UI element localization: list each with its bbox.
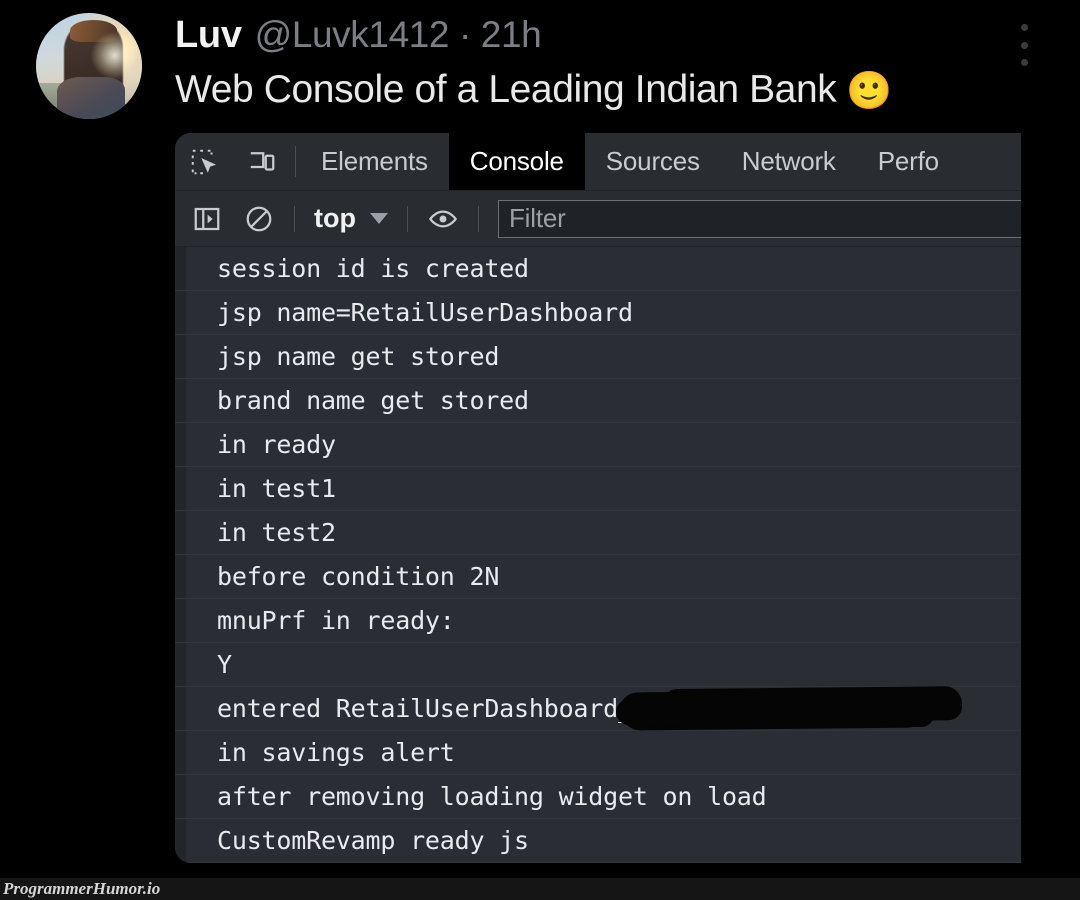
watermark: ProgrammerHumor.io: [0, 878, 1080, 900]
console-log-list[interactable]: session id is created jsp name=RetailUse…: [175, 247, 1021, 863]
console-sidebar-toggle-icon[interactable]: [181, 191, 233, 247]
log-row[interactable]: in savings alert: [175, 731, 1021, 775]
author-handle-and-timestamp[interactable]: @Luvk1412 · 21h: [255, 14, 542, 56]
tab-performance-label: Perfo: [877, 146, 939, 176]
slightly-smiling-face-emoji: 🙂: [846, 69, 893, 111]
dot-2: [1020, 41, 1028, 49]
avatar-sun-flare: [91, 32, 138, 79]
console-toolbar: top Filter: [175, 191, 1021, 247]
log-row[interactable]: before condition 2N: [175, 555, 1021, 599]
log-row[interactable]: CustomRevamp ready js: [175, 819, 1021, 863]
log-message: jsp name=RetailUserDashboard: [217, 298, 633, 327]
devtools-tabbar: Elements Console Sources Network Perfo: [175, 133, 1021, 191]
tab-sources[interactable]: Sources: [585, 133, 721, 190]
tab-elements-label: Elements: [321, 146, 428, 176]
execution-context-value: top: [314, 203, 356, 233]
log-message: in ready: [217, 430, 336, 459]
log-message: CustomRevamp ready js: [217, 826, 529, 855]
avatar-torso: [57, 76, 126, 119]
watermark-text: ProgrammerHumor.io: [3, 879, 161, 898]
toolbar-divider-1: [294, 205, 295, 232]
log-row[interactable]: jsp name get stored: [175, 335, 1021, 379]
tab-performance[interactable]: Perfo: [857, 133, 960, 190]
devtools-panel: Elements Console Sources Network Perfo t…: [175, 133, 1021, 863]
tweet-header: Luv @Luvk1412 · 21h Web Console of a Lea…: [0, 0, 1080, 130]
log-row[interactable]: jsp name=RetailUserDashboard: [175, 291, 1021, 335]
log-row[interactable]: after removing loading widget on load: [175, 775, 1021, 819]
tab-sources-label: Sources: [605, 146, 700, 176]
tabbar-divider: [295, 146, 296, 177]
log-row[interactable]: entered RetailUserDashboard_: [175, 687, 1021, 731]
tab-network[interactable]: Network: [721, 133, 857, 190]
toolbar-divider-3: [477, 205, 479, 232]
more-options-icon[interactable]: [1013, 22, 1035, 68]
tweet-text-content: Web Console of a Leading Indian Bank: [175, 68, 837, 111]
log-message: entered RetailUserDashboard_: [217, 694, 633, 723]
log-message: before condition 2N: [217, 562, 500, 591]
log-message: brand name get stored: [217, 386, 529, 415]
filter-input[interactable]: Filter: [497, 199, 1021, 238]
inspect-element-icon[interactable]: [175, 133, 233, 190]
log-message: after removing loading widget on load: [217, 782, 767, 811]
log-row[interactable]: in ready: [175, 423, 1021, 467]
log-row[interactable]: session id is created: [175, 247, 1021, 291]
tab-network-label: Network: [741, 146, 836, 176]
tweet-author-row: Luv @Luvk1412 · 21h: [175, 14, 542, 60]
tab-console-label: Console: [469, 146, 564, 176]
log-row[interactable]: brand name get stored: [175, 379, 1021, 423]
tweet-text: Web Console of a Leading Indian Bank 🙂: [175, 68, 892, 112]
toolbar-divider-2: [406, 205, 408, 232]
avatar[interactable]: [36, 13, 142, 119]
log-message: Y: [217, 650, 232, 679]
dot-3: [1020, 59, 1028, 66]
device-toolbar-icon[interactable]: [233, 133, 291, 190]
log-row[interactable]: in test2: [175, 511, 1021, 555]
log-message: mnuPrf in ready:: [217, 606, 455, 635]
log-message: in test2: [217, 518, 336, 547]
author-display-name[interactable]: Luv: [175, 14, 242, 57]
log-message: in test1: [217, 474, 336, 503]
live-expression-eye-icon[interactable]: [417, 191, 469, 247]
dot-1: [1020, 24, 1028, 31]
redaction-marker: [627, 689, 929, 727]
clear-console-icon[interactable]: [233, 191, 285, 247]
log-row[interactable]: mnuPrf in ready:: [175, 599, 1021, 643]
chevron-down-icon: [369, 213, 388, 224]
execution-context-select[interactable]: top: [304, 203, 398, 234]
log-message: in savings alert: [217, 738, 455, 767]
log-row[interactable]: in test1: [175, 467, 1021, 511]
filter-placeholder-text: Filter: [508, 203, 566, 233]
log-message: session id is created: [217, 254, 529, 283]
log-message: jsp name get stored: [217, 342, 500, 371]
screenshot-root: Luv @Luvk1412 · 21h Web Console of a Lea…: [0, 0, 1080, 900]
tab-elements[interactable]: Elements: [300, 133, 449, 190]
log-row[interactable]: Y: [175, 643, 1021, 687]
tab-console[interactable]: Console: [448, 133, 585, 190]
